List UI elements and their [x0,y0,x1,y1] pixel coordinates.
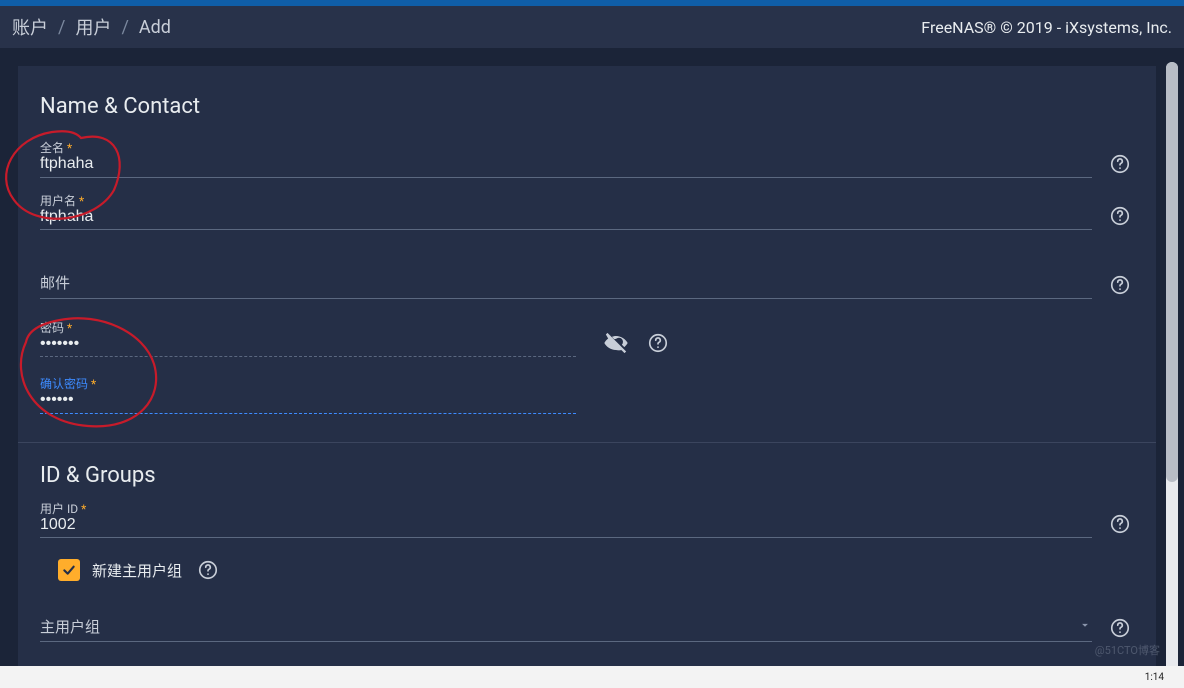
input-email[interactable] [40,275,1092,299]
section-title-name-contact: Name & Contact [18,66,1156,133]
label-user-id: 用户 ID * [40,500,86,517]
field-user-id: 用户 ID * [18,500,1156,539]
field-password: 密码 * [18,319,1156,358]
breadcrumb-users[interactable]: 用户 [75,14,111,40]
input-password[interactable] [40,333,576,357]
label-password: 密码 * [40,319,72,336]
field-fullname: 全名 * [18,139,1156,178]
breadcrumb-separator: / [58,17,65,38]
checkbox-new-primary-group[interactable] [58,559,80,581]
label-username: 用户名 * [40,192,84,209]
field-username: 用户名 * [18,192,1156,231]
add-user-form: Name & Contact 全名 * 用户名 * [18,66,1156,666]
input-fullname[interactable] [40,154,1092,178]
section-title-id-groups: ID & Groups [18,443,1156,502]
field-new-primary-group: 新建主用户组 [36,556,1156,584]
help-icon[interactable] [1106,202,1134,230]
label-confirm-password: 确认密码 * [40,375,96,392]
help-icon[interactable] [1106,510,1134,538]
breadcrumb-accounts[interactable]: 账户 [12,14,48,40]
help-icon[interactable] [1106,150,1134,178]
breadcrumb-add[interactable]: Add [139,17,171,38]
page-scroll: Name & Contact 全名 * 用户名 * [0,48,1184,688]
copyright-text: FreeNAS® © 2019 - iXsystems, Inc. [921,18,1172,37]
label-email: 邮件 [40,272,70,293]
input-username[interactable] [40,206,1092,230]
label-primary-group: 主用户组 [40,616,100,637]
label-fullname: 全名 * [40,139,72,156]
watermark: @51CTO博客 [1095,642,1160,658]
help-icon[interactable] [194,556,222,584]
breadcrumb: 账户 / 用户 / Add [12,14,171,40]
chevron-down-icon [1078,617,1092,636]
label-new-primary-group: 新建主用户组 [92,560,182,581]
field-email: 邮件 [18,260,1156,299]
taskbar-clock: 1:14 [1145,672,1164,683]
field-primary-group: 主用户组 [18,612,1156,642]
help-icon[interactable] [644,329,672,357]
help-icon[interactable] [1106,614,1134,642]
input-confirm-password[interactable] [40,390,576,414]
breadcrumb-separator: / [121,17,128,38]
vertical-scrollbar[interactable] [1166,62,1178,682]
os-taskbar: 1:14 [0,666,1184,688]
input-user-id[interactable] [40,514,1092,538]
scrollbar-thumb[interactable] [1166,62,1178,482]
visibility-off-icon[interactable] [602,329,630,357]
breadcrumb-bar: 账户 / 用户 / Add FreeNAS® © 2019 - iXsystem… [0,6,1184,48]
field-confirm-password: 确认密码 * [18,375,1156,414]
help-icon[interactable] [1106,271,1134,299]
select-primary-group[interactable]: 主用户组 [40,612,1092,642]
